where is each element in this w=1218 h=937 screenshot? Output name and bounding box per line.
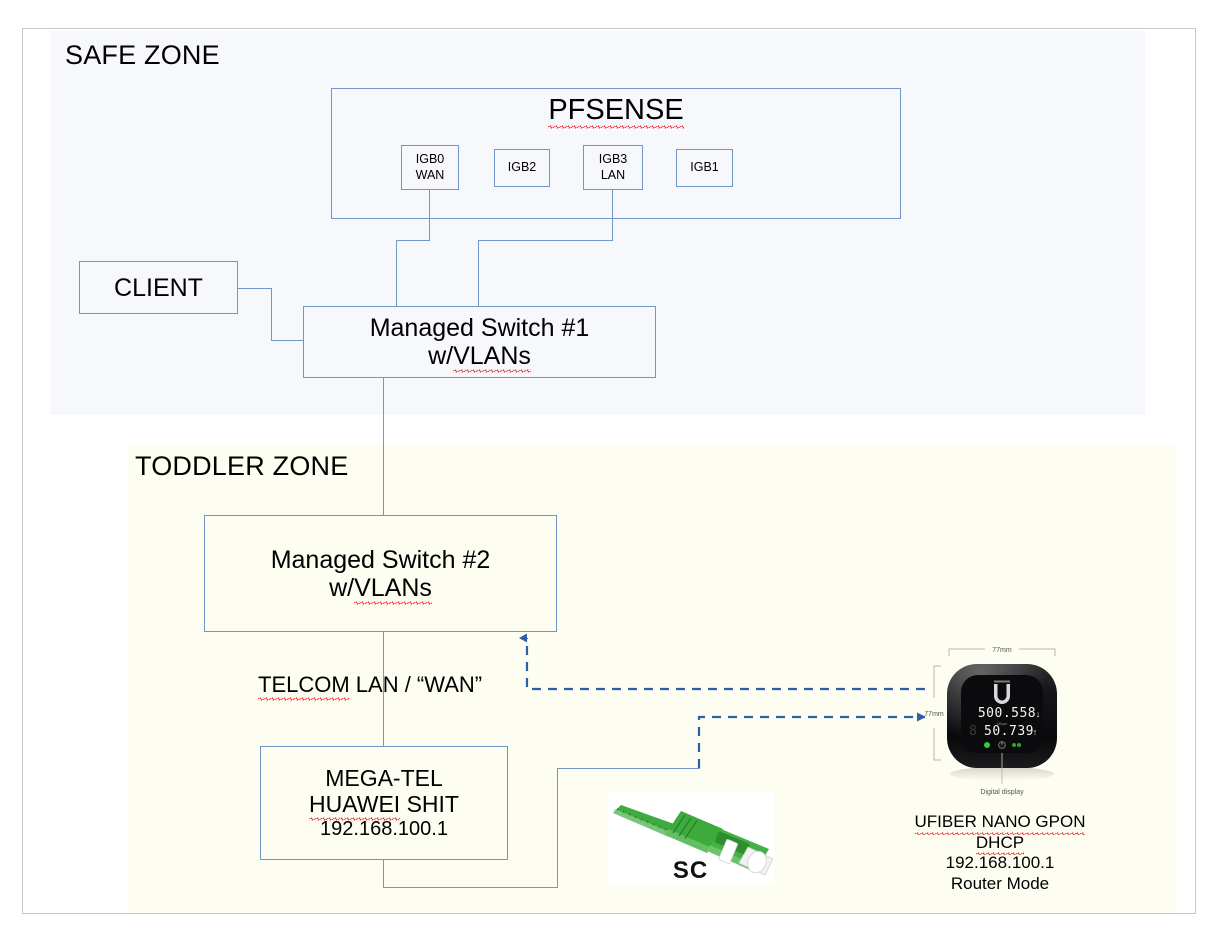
- ufiber-width-dimension-text: 77mm: [992, 647, 1012, 654]
- ufiber-led-small-2: [1017, 743, 1021, 747]
- ufiber-led-small-1: [1012, 743, 1016, 747]
- ufiber-upload-arrow: ↑: [1033, 727, 1038, 737]
- telcom-word: TELCOM: [258, 672, 350, 701]
- megatel-huawei-text: HUAWEI: [309, 790, 401, 821]
- ufiber-mode-text: Router Mode: [950, 874, 1050, 894]
- ufiber-caption-block: UFIBER NANO GPON DHCP 192.168.100.1 Rout…: [895, 812, 1105, 895]
- ufiber-dhcp-text: DHCP: [975, 832, 1025, 856]
- ufiber-nano-gpon-device-icon: 77mm 77mm 500.558 ↓ Mbps 8 50.739 ↑ Digi…: [924, 642, 1085, 804]
- diagram-canvas: SAFE ZONE TODDLER ZONE PFSENSE IGB0 WAN …: [0, 0, 1218, 937]
- ufiber-height-dimension-text: 77mm: [925, 711, 944, 718]
- switch1-label-line2: w/VLANs: [428, 342, 531, 373]
- switch1-vlans-text: VLANs: [453, 342, 531, 373]
- dashed-arrow-to-switch2: [519, 633, 925, 691]
- ufiber-download-value: 500.558: [978, 706, 1036, 721]
- ufiber-name-text: UFIBER NANO GPON: [914, 812, 1086, 835]
- telcom-link-label: TELCOM LAN / “WAN”: [258, 672, 483, 701]
- client-node[interactable]: CLIENT: [79, 261, 238, 314]
- managed-switch-2-node[interactable]: Managed Switch #2 w/VLANs: [204, 515, 557, 632]
- switch2-label-line1: Managed Switch #2: [270, 545, 491, 574]
- ufiber-display-caption: Digital display: [980, 789, 1024, 796]
- switch2-label-line2: w/VLANs: [329, 573, 432, 605]
- megatel-ip-address: 192.168.100.1: [320, 817, 448, 840]
- sc-connector-caption: SC: [672, 857, 709, 884]
- ufiber-upload-value: 50.739: [984, 724, 1034, 739]
- ufiber-download-arrow: ↓: [1036, 709, 1041, 719]
- megatel-modem-node[interactable]: MEGA-TEL HUAWEI SHIT 192.168.100.1: [260, 746, 508, 860]
- dashed-arrow-to-ufiber: [697, 712, 926, 768]
- megatel-label-line2: HUAWEI SHIT: [309, 790, 459, 821]
- switch2-vlans-text: VLANs: [354, 573, 432, 605]
- ufiber-leading-digit-dim: 8: [969, 724, 977, 739]
- ufiber-ip-address: 192.168.100.1: [945, 853, 1055, 873]
- telcom-rest: LAN / “WAN”: [349, 672, 483, 697]
- ufiber-led-green: [984, 742, 990, 748]
- ufiber-nano-gpon-image: 77mm 77mm 500.558 ↓ Mbps 8 50.739 ↑ Digi…: [924, 642, 1085, 804]
- switch1-label-line1: Managed Switch #1: [369, 314, 590, 342]
- client-label: CLIENT: [114, 273, 203, 302]
- ufiber-caption-line-2: DHCP: [895, 832, 1105, 856]
- ufiber-caption-line-1: UFIBER NANO GPON: [895, 812, 1105, 835]
- managed-switch-1-node[interactable]: Managed Switch #1 w/VLANs: [303, 306, 656, 378]
- megatel-label-line1: MEGA-TEL: [325, 765, 443, 792]
